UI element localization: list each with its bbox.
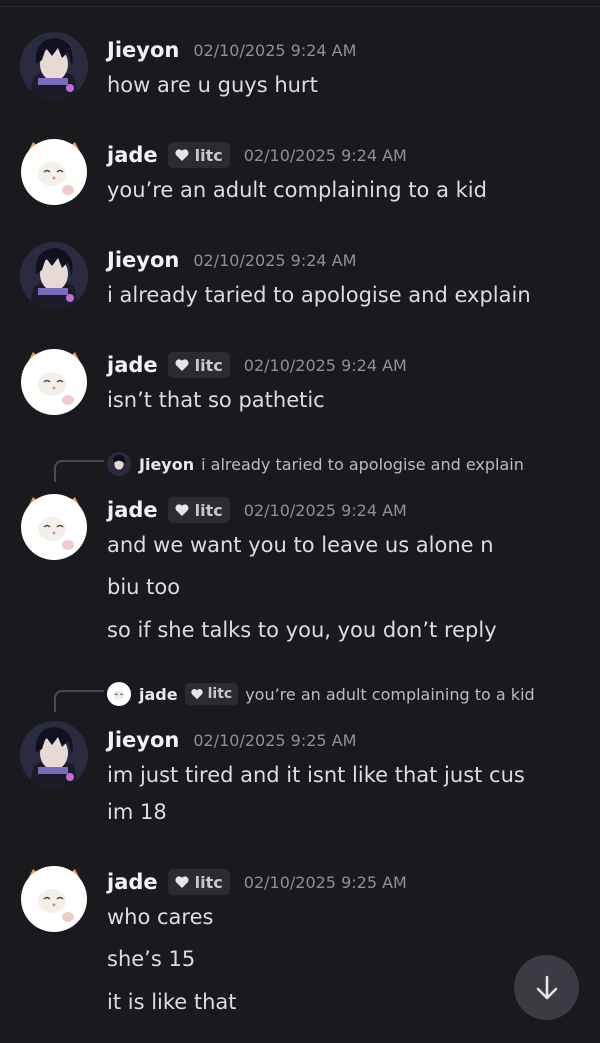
guild-tag[interactable]: litc [167,497,230,523]
message-header: jade litc 02/10/2025 9:24 AM [107,495,407,525]
message-text: you’re an adult complaining to a kid [107,178,487,202]
message-text: how are u guys hurt [107,73,318,97]
timestamp[interactable]: 02/10/2025 9:24 AM [244,501,407,520]
reply-preview[interactable]: jade litc you’re an adult complaining to… [107,681,535,707]
message-text: who cares [107,905,214,929]
reply-avatar [107,452,131,476]
tag-label: litc [194,145,223,165]
username[interactable]: Jieyon [107,248,179,272]
anime-character-avatar-icon [20,32,88,100]
avatar[interactable] [18,861,90,933]
tag-label: litc [194,355,223,375]
username[interactable]: Jieyon [107,38,179,62]
top-divider [0,6,600,7]
message-text: isn’t that so pathetic [107,388,325,412]
message-text: biu too [107,575,181,599]
heart-icon [175,149,189,161]
white-cat-avatar-icon [107,682,131,706]
heart-icon [190,689,203,700]
timestamp[interactable]: 02/10/2025 9:25 AM [244,873,407,892]
avatar[interactable] [18,344,90,416]
username[interactable]: jade [107,143,158,167]
message-text: im just tired and it isnt like that just… [107,763,525,787]
arrow-down-icon [536,975,557,999]
message-text: she’s 15 [107,947,196,971]
message-header: Jieyon 02/10/2025 9:24 AM [107,35,356,65]
message-header: jade litc 02/10/2025 9:24 AM [107,350,407,380]
tag-label: litc [194,872,223,892]
reply-author: jade [139,684,178,704]
heart-icon [175,876,189,888]
white-cat-avatar-icon [21,863,87,932]
jump-to-bottom-button[interactable] [514,955,579,1020]
white-cat-avatar-icon [21,136,87,205]
reply-author: Jieyon [139,454,195,474]
reply-guild-tag: litc [184,683,239,705]
guild-tag[interactable]: litc [167,352,230,378]
heart-icon [175,359,189,371]
anime-character-avatar-icon [20,721,88,789]
message-text: it is like that [107,990,237,1014]
message-text: im 18 [107,800,167,824]
message-header: Jieyon 02/10/2025 9:24 AM [107,245,356,275]
avatar[interactable] [18,134,90,206]
username[interactable]: jade [107,353,158,377]
reply-text: i already taried to apologise and explai… [201,454,524,474]
guild-tag[interactable]: litc [167,142,230,168]
timestamp[interactable]: 02/10/2025 9:24 AM [193,41,356,60]
timestamp[interactable]: 02/10/2025 9:24 AM [244,356,407,375]
tag-label: litc [207,686,233,702]
avatar[interactable] [18,719,90,791]
avatar[interactable] [18,489,90,561]
username[interactable]: Jieyon [107,728,179,752]
message-text: i already taried to apologise and explai… [107,283,531,307]
message-header: Jieyon 02/10/2025 9:25 AM [107,725,356,755]
timestamp[interactable]: 02/10/2025 9:25 AM [193,731,356,750]
tag-label: litc [194,500,223,520]
anime-character-avatar-icon [20,242,88,310]
anime-character-avatar-icon [107,452,131,476]
avatar[interactable] [18,240,90,312]
white-cat-avatar-icon [21,346,87,415]
username[interactable]: jade [107,870,158,894]
message-text: so if she talks to you, you don’t reply [107,618,497,642]
guild-tag[interactable]: litc [167,869,230,895]
message-header: jade litc 02/10/2025 9:24 AM [107,140,407,170]
message-text: and we want you to leave us alone n [107,533,494,557]
timestamp[interactable]: 02/10/2025 9:24 AM [193,251,356,270]
reply-avatar [107,682,131,706]
timestamp[interactable]: 02/10/2025 9:24 AM [244,146,407,165]
reply-text: you’re an adult complaining to a kid [245,684,535,704]
heart-icon [175,504,189,516]
username[interactable]: jade [107,498,158,522]
white-cat-avatar-icon [21,491,87,560]
message-header: jade litc 02/10/2025 9:25 AM [107,867,407,897]
reply-preview[interactable]: Jieyon i already taried to apologise and… [107,451,524,477]
reply-spine [54,460,104,482]
reply-spine [54,690,104,712]
avatar[interactable] [18,30,90,102]
